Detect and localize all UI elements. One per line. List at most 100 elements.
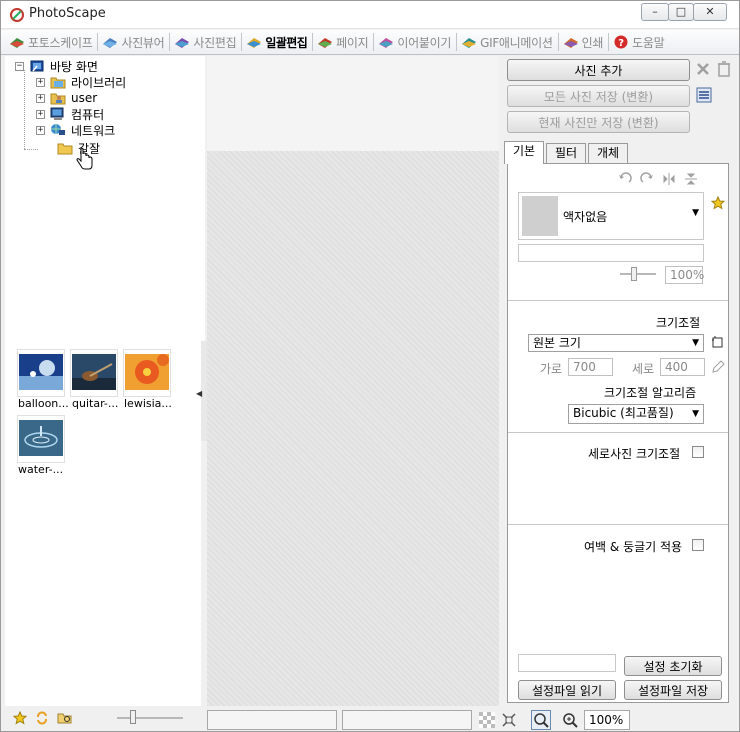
resize-select[interactable]: 원본 크기 ▼ <box>528 334 704 352</box>
collapse-panel-arrow-icon[interactable]: ◀ <box>196 389 202 398</box>
expand-toggle[interactable]: + <box>36 125 45 135</box>
tab-editor[interactable]: 사진편집 <box>172 31 239 53</box>
desktop-icon <box>30 60 44 72</box>
tab-page[interactable]: 페이지 <box>315 31 371 53</box>
tab-divider <box>169 33 171 51</box>
svg-text:?: ? <box>618 38 624 49</box>
expand-toggle[interactable]: + <box>36 93 45 103</box>
frame-zoom-slider-track[interactable] <box>620 273 656 275</box>
tree-item-computer[interactable]: + 컴퓨터 <box>36 106 104 122</box>
thumbnail-caption: balloon... <box>18 397 69 410</box>
tree-item-library[interactable]: + 라이브러리 <box>36 74 126 90</box>
zoom-level-display: 100% <box>584 710 630 730</box>
frame-zoom-input[interactable]: 100% <box>665 266 704 284</box>
collapse-toggle[interactable]: − <box>15 61 24 71</box>
expand-toggle[interactable]: + <box>36 109 45 119</box>
tab-combine[interactable]: 이어붙이기 <box>376 31 454 53</box>
computer-icon <box>50 107 64 120</box>
status-field-middle <box>342 710 472 730</box>
actual-size-zoom-icon[interactable] <box>531 710 551 730</box>
maximize-button[interactable]: □ <box>668 3 694 21</box>
transparency-grid-icon[interactable] <box>479 712 495 728</box>
thumbnail-item[interactable] <box>123 349 171 397</box>
tab-divider <box>456 33 458 51</box>
rotate-left-icon[interactable] <box>618 172 632 186</box>
chevron-down-icon: ▼ <box>692 208 699 218</box>
lewisia-thumbnail-image <box>125 354 169 390</box>
margin-round-label: 여백 & 둥글기 적용 <box>584 540 683 554</box>
photoscape-logo-icon <box>10 8 24 22</box>
tab-label: 페이지 <box>336 35 369 50</box>
tab-object[interactable]: 개체 <box>588 143 628 163</box>
trash-icon[interactable] <box>717 60 731 78</box>
combine-tab-icon <box>379 38 394 48</box>
tab-batch-editor[interactable]: 일괄편집 <box>244 31 310 53</box>
save-settings-button[interactable]: 설정파일 저장 <box>624 680 722 700</box>
frame-select[interactable]: 액자없음 ▼ <box>518 192 704 240</box>
portrait-resize-label: 세로사진 크기조절 <box>588 447 681 461</box>
width-input[interactable]: 700 <box>568 358 613 376</box>
thumbnail-size-slider-track[interactable] <box>117 717 183 719</box>
save-all-photos-button[interactable]: 모든 사진 저장 (변환) <box>507 85 690 107</box>
main-tab-bar: 포토스케이프 사진뷰어 사진편집 일괄편집 페이지 이어붙이기 GIF애니메이션… <box>1 30 739 55</box>
height-input[interactable]: 400 <box>660 358 705 376</box>
tab-viewer[interactable]: 사진뷰어 <box>100 31 167 53</box>
tab-label: 사진뷰어 <box>121 35 165 50</box>
frame-zoom-slider-thumb[interactable] <box>631 267 637 281</box>
settings-name-field[interactable] <box>518 654 616 672</box>
tab-help[interactable]: ? 도움말 <box>611 31 667 53</box>
star-icon[interactable] <box>13 711 27 725</box>
flip-vertical-icon[interactable] <box>684 172 698 186</box>
tab-filter[interactable]: 필터 <box>546 143 586 163</box>
remove-icon[interactable] <box>696 61 710 77</box>
tab-label: 이어붙이기 <box>397 35 452 50</box>
thumbnail-size-slider-thumb[interactable] <box>130 710 136 724</box>
portrait-resize-checkbox[interactable] <box>692 446 704 458</box>
save-current-photo-button[interactable]: 현재 사진만 저장 (변환) <box>507 111 690 133</box>
tab-divider <box>241 33 243 51</box>
divider <box>508 524 728 525</box>
thumbnail-item[interactable] <box>17 349 65 397</box>
tab-divider <box>373 33 375 51</box>
favorite-star-icon[interactable] <box>711 196 725 210</box>
tab-photoscape[interactable]: 포토스케이프 <box>7 31 95 53</box>
tab-gif-animation[interactable]: GIF애니메이션 <box>459 31 556 53</box>
reset-settings-button[interactable]: 설정 초기화 <box>624 656 722 676</box>
tab-divider <box>557 33 559 51</box>
frame-options-field[interactable] <box>518 244 704 262</box>
tab-label: 사진편집 <box>193 35 237 50</box>
chevron-down-icon: ▼ <box>692 409 699 419</box>
zoom-in-icon[interactable] <box>561 711 579 729</box>
tab-basic[interactable]: 기본 <box>504 141 544 164</box>
open-folder-icon[interactable] <box>57 711 73 725</box>
crop-box-icon[interactable] <box>712 336 724 348</box>
thumbnail-item[interactable] <box>17 415 65 463</box>
tree-item-network[interactable]: + 네트워크 <box>36 122 115 138</box>
tree-item-desktop[interactable]: − 바탕 화면 <box>15 58 98 74</box>
pencil-icon[interactable] <box>711 360 725 374</box>
margin-round-checkbox[interactable] <box>692 539 704 551</box>
load-settings-button[interactable]: 설정파일 읽기 <box>518 680 616 700</box>
folder-tree: − 바탕 화면 + 라이브러리 + user + 컴퓨터 + 네트워크 갈잘 <box>5 56 205 341</box>
list-settings-icon[interactable] <box>696 87 712 103</box>
tab-divider <box>312 33 314 51</box>
help-icon: ? <box>614 35 628 49</box>
image-preview-area[interactable] <box>207 56 499 706</box>
frame-preview-image <box>522 196 558 236</box>
close-button[interactable]: ✕ <box>693 3 727 21</box>
flip-horizontal-icon[interactable] <box>662 172 676 186</box>
resize-title: 크기조절 <box>656 316 701 330</box>
tree-item-user[interactable]: + user <box>36 90 97 106</box>
thumbnail-caption: water-... <box>18 463 64 476</box>
refresh-icon[interactable] <box>35 711 49 725</box>
minimize-button[interactable]: – <box>641 3 669 21</box>
add-photo-button[interactable]: 사진 추가 <box>507 59 690 81</box>
tab-label: 인쇄 <box>581 35 604 50</box>
divider <box>508 432 728 433</box>
resize-algorithm-select[interactable]: Bicubic (최고품질) ▼ <box>568 404 704 424</box>
tab-print[interactable]: 인쇄 <box>561 31 606 53</box>
rotate-right-icon[interactable] <box>640 172 654 186</box>
fit-screen-icon[interactable] <box>501 712 517 728</box>
expand-toggle[interactable]: + <box>36 77 45 87</box>
thumbnail-item[interactable] <box>70 349 118 397</box>
